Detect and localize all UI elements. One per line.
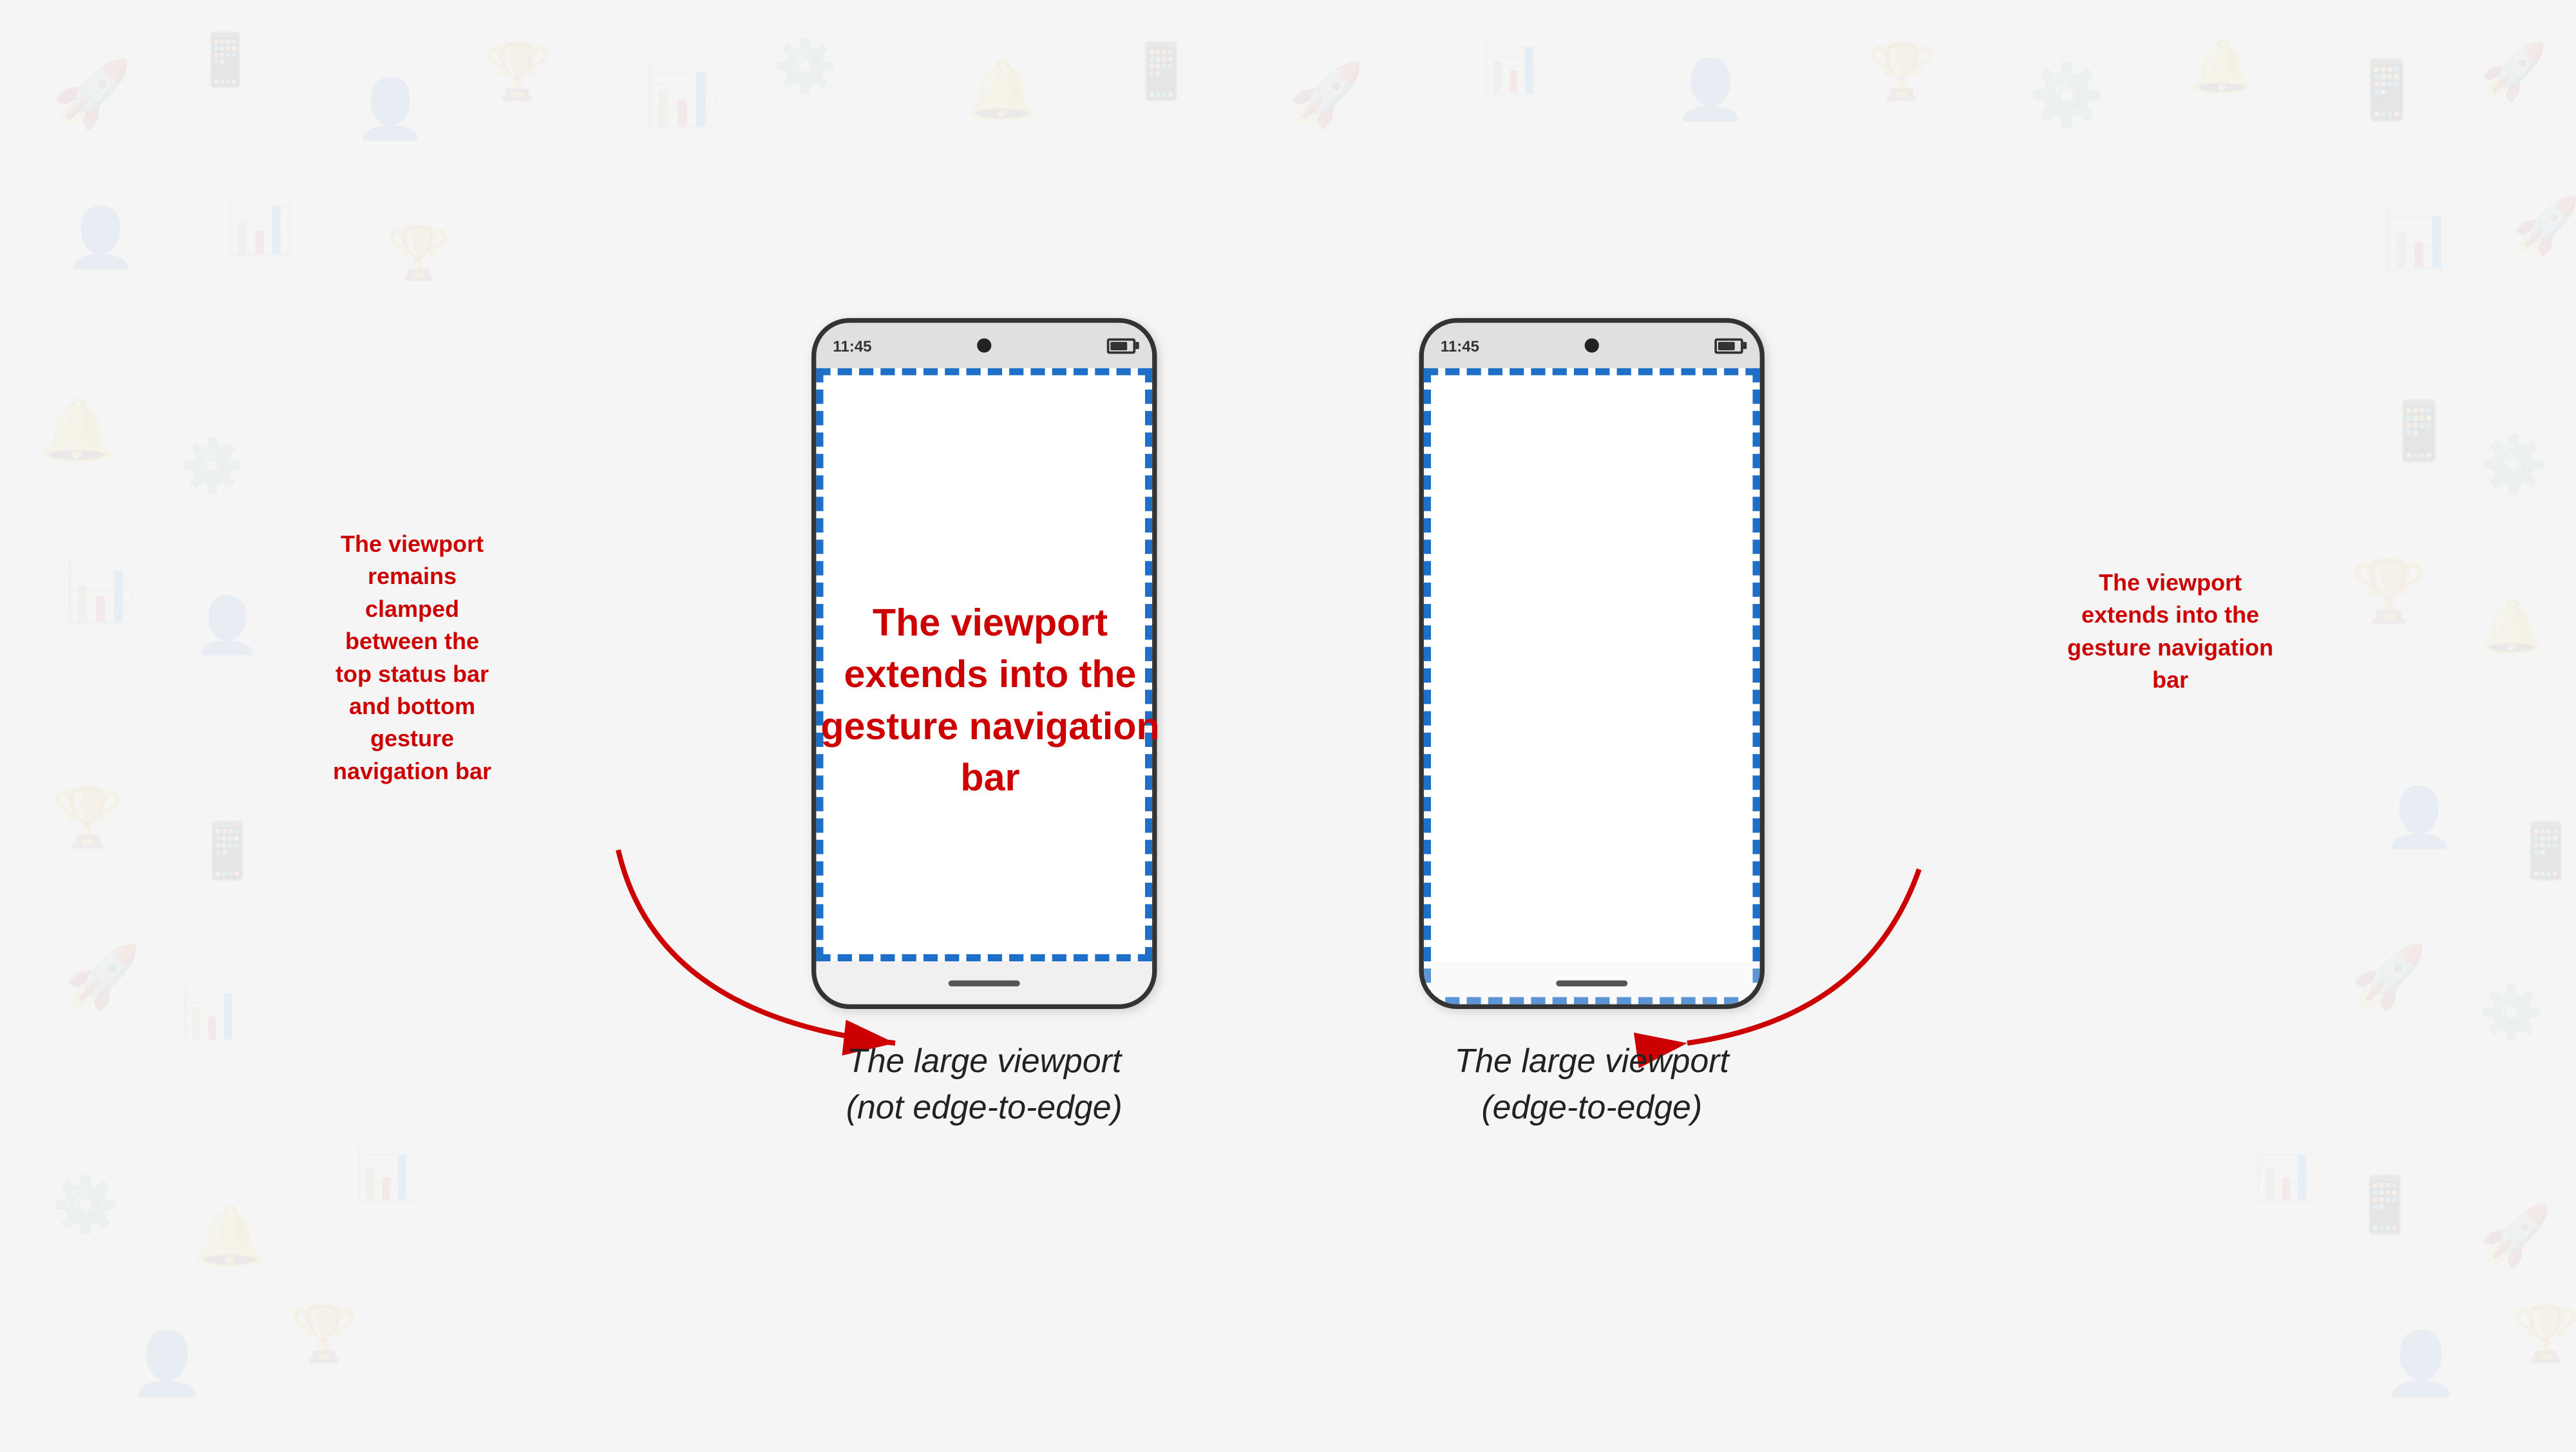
phone2-frame: 11:45 <box>1419 318 1765 1009</box>
phone2-gesture-line <box>1556 979 1627 985</box>
phone2-status-bar: 11:45 <box>1424 323 1760 368</box>
phone1-gesture-bar <box>816 961 1152 1004</box>
phone1-status-bar: 11:45 <box>816 323 1152 368</box>
phone1-gesture-line <box>949 979 1020 985</box>
phone2-gesture-bar <box>1424 961 1760 1004</box>
phone1-time: 11:45 <box>833 336 871 354</box>
right-annotation-fixed: The viewport extends into the gesture na… <box>2009 567 2331 697</box>
phone2-caption: The large viewport (edge-to-edge) <box>1455 1037 1729 1131</box>
phones-comparison-row: The viewport remains clamped between the… <box>811 318 1765 1131</box>
phone2-camera <box>1585 338 1599 352</box>
phone1-battery <box>1107 337 1135 353</box>
phone1-caption: The large viewport (not edge-to-edge) <box>846 1037 1122 1131</box>
right-annotation: The viewport extends into the gesture na… <box>716 598 1264 804</box>
phone2-battery <box>1714 337 1743 353</box>
phone2-battery-fill <box>1718 341 1735 350</box>
phone2-viewport <box>1424 368 1760 1004</box>
left-annotation-fixed: The viewport remains clamped between the… <box>245 528 580 787</box>
phone2-time: 11:45 <box>1441 336 1479 354</box>
phone2-container: 11:45 The large viewport (edge-to-edge) <box>1419 318 1765 1131</box>
phone1-battery-fill <box>1110 341 1127 350</box>
phone1-camera <box>977 338 991 352</box>
